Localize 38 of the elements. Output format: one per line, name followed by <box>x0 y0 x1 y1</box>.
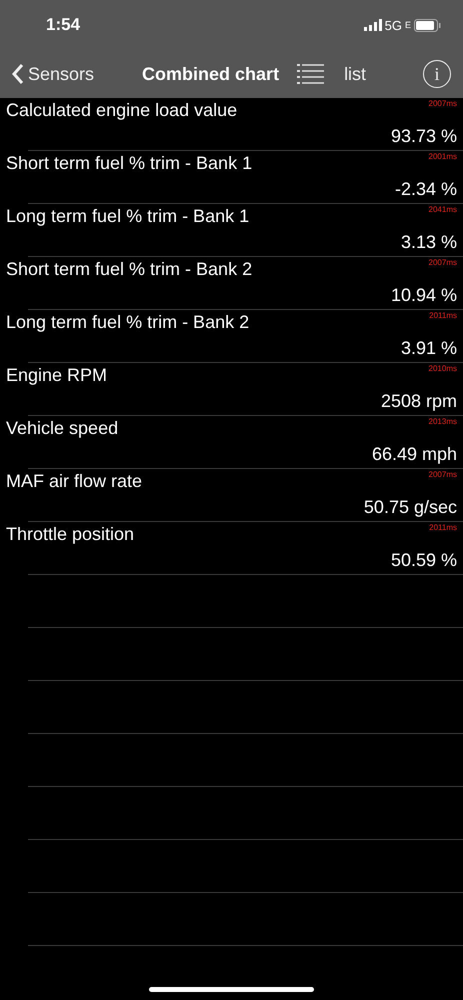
update-interval: 2011ms <box>429 522 457 532</box>
sensor-name: Short term fuel % trim - Bank 2 <box>6 258 254 281</box>
update-interval: 2007ms <box>428 257 457 267</box>
network-suffix: E <box>404 20 411 30</box>
update-interval: 2001ms <box>428 151 457 161</box>
update-interval: 2041ms <box>428 204 457 214</box>
sensor-value: 3.91 % <box>400 338 457 360</box>
sensor-name: Short term fuel % trim - Bank 1 <box>6 152 254 175</box>
sensor-value: 10.94 % <box>390 285 457 307</box>
signal-icon <box>364 19 382 31</box>
update-interval: 2011ms <box>429 310 457 320</box>
sensor-name: Throttle position <box>6 523 136 546</box>
info-button[interactable]: i <box>423 60 451 88</box>
sensor-value: 50.59 % <box>390 550 457 572</box>
sensor-value: -2.34 % <box>394 179 457 201</box>
screen-title: Combined chart <box>142 64 280 84</box>
sensor-name: Vehicle speed <box>6 417 120 440</box>
sensor-name: Long term fuel % trim - Bank 1 <box>6 205 250 228</box>
update-interval: 2007ms <box>428 469 457 479</box>
sensor-value: 2508 rpm <box>380 391 457 413</box>
update-interval: 2013ms <box>428 416 457 426</box>
network-label: 5G <box>384 18 402 32</box>
sensor-name: MAF air flow rate <box>6 470 144 493</box>
update-interval: 2007ms <box>428 98 457 108</box>
sensor-name: Calculated engine load value <box>6 99 238 122</box>
list-icon[interactable] <box>297 64 324 84</box>
sensor-value: 93.73 % <box>390 126 457 148</box>
chevron-icon <box>12 63 24 85</box>
status-time: 1:54 <box>46 15 80 35</box>
sensor-value: 3.13 % <box>400 232 457 254</box>
back-button[interactable]: Sensors <box>12 63 94 85</box>
sensor-value: 50.75 g/sec <box>362 497 457 519</box>
sensor-name: Long term fuel % trim - Bank 2 <box>6 311 250 334</box>
battery-icon <box>414 18 441 32</box>
sensor-value: 66.49 mph <box>370 444 457 466</box>
list-button[interactable]: list <box>344 64 366 84</box>
sensor-name: Engine RPM <box>6 364 108 387</box>
update-interval: 2010ms <box>428 363 457 373</box>
